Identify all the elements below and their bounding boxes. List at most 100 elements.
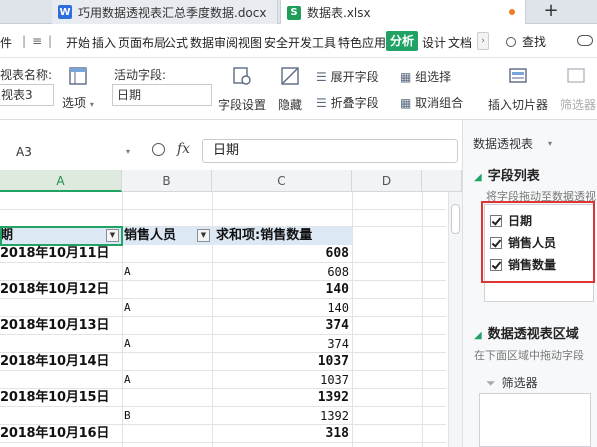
menu-review[interactable]: 审阅 [214,34,238,51]
pane-title[interactable]: 数据透视表 [473,135,533,152]
date-cell[interactable]: 2018年10月16日 [0,425,122,443]
quantity-cell[interactable]: 374 [212,317,349,335]
date-cell[interactable]: 2018年10月15日 [0,389,122,407]
new-tab-button[interactable]: + [540,0,562,24]
pivot-header-person[interactable]: 销售人员 [124,227,176,245]
column-header-a[interactable]: A [0,170,122,192]
date-cell[interactable]: 2018年10月14日 [0,353,122,371]
salesperson-cell[interactable]: A [124,299,212,317]
ungroup-label: 取消组合 [415,96,464,110]
filter-connections-button[interactable]: 筛选器 [560,96,596,113]
function-icon[interactable]: fx [177,141,190,157]
insert-slicer-icon [509,68,527,83]
menu-divider-icon: | [48,34,53,48]
salesperson-cell[interactable]: A [124,263,212,281]
menu-document[interactable]: 文档 [448,34,472,51]
name-box-dropdown-icon[interactable]: ▾ [126,147,130,156]
salesperson-cell[interactable]: A [124,371,212,389]
quantity-cell[interactable]: 1392 [212,389,349,407]
ungroup-button[interactable]: ▦ 取消组合 [400,94,463,111]
cloud-sync-icon[interactable] [577,35,593,46]
date-cell[interactable]: 2018年10月13日 [0,317,122,335]
zoom-icon[interactable] [152,143,165,156]
spreadsheet-document-icon: S [287,5,301,20]
scrollbar-thumb[interactable] [451,204,460,234]
field-list-title: 字段列表 [487,169,540,184]
column-header-e[interactable] [422,170,462,192]
tab-docx-document[interactable]: W 巧用数据透视表汇总季度数据.docx [52,0,278,24]
menu-data[interactable]: 数据 [190,34,214,51]
group-selection-button[interactable]: ▦ 组选择 [400,68,451,85]
tab-xlsx-document[interactable]: S 数据表.xlsx [280,0,526,25]
menu-analyze-active[interactable]: 分析 [386,31,418,51]
filter-area-text: 筛选器 [501,376,538,390]
menu-design[interactable]: 设计 [422,34,446,51]
quantity-cell[interactable]: 318 [212,425,349,443]
grid-row [0,210,446,227]
pivot-options-button[interactable]: 选项 ▾ [62,94,94,111]
filter-drop-area[interactable] [479,393,591,447]
grid-row [0,192,446,210]
quantity-cell[interactable]: 374 [212,335,349,353]
quantity-cell[interactable]: 1037 [212,353,349,371]
menu-formulas[interactable]: 公式 [164,34,188,51]
menu-scroll-right-icon[interactable]: › [477,32,489,50]
formula-input[interactable]: 日期 [202,139,458,163]
column-header-b[interactable]: B [122,170,212,192]
field-list-header[interactable]: ◢ 字段列表 [474,165,540,184]
quantity-cell[interactable]: 140 [212,281,349,299]
name-box[interactable]: A3 [0,141,118,163]
salesperson-cell[interactable]: A [124,335,212,353]
date-cell[interactable]: 2018年10月11日 [0,245,122,263]
pivot-header-sum[interactable]: 求和项:销售数量 [216,227,312,245]
collapse-field-icon: ☰ [316,96,327,110]
column-header-row: A B C D [0,170,462,192]
menu-more-icon[interactable]: ≡ [32,34,42,48]
expand-field-label: 展开字段 [330,70,379,84]
menu-file[interactable]: 件 [0,34,12,51]
menu-special-features[interactable]: 特色应用 [338,34,386,51]
pivot-area-hint: 在下面区域中拖动字段 [474,349,584,362]
menu-security[interactable]: 安全 [264,34,288,51]
hide-button[interactable]: 隐藏 [278,96,302,113]
active-field-label: 活动字段: [114,68,167,82]
filter-connections-icon [567,68,585,83]
active-field-input[interactable]: 日期 [112,84,212,106]
find-label: 查找 [522,35,547,49]
quantity-cell[interactable]: 608 [212,245,349,263]
pivot-area-header[interactable]: ◢ 数据透视表区域 [474,323,579,342]
menu-view[interactable]: 视图 [238,34,262,51]
filter-area-label: ⏷ 筛选器 [486,374,538,391]
menu-developer[interactable]: 开发工具 [288,34,336,51]
pivot-name-input[interactable]: 视表3 [0,84,54,106]
analyze-ribbon: 视表名称: 视表3 选项 ▾ 活动字段: 日期 字段设置 隐藏 ☰ 展开字段 ☰… [0,58,597,120]
pivot-name-label: 视表名称: [0,68,53,82]
quantity-cell[interactable]: 608 [212,263,349,281]
collapse-field-button[interactable]: ☰ 折叠字段 [316,94,379,111]
salesperson-cell[interactable]: B [124,407,212,425]
quantity-cell[interactable]: 1037 [212,371,349,389]
person-filter-dropdown-icon[interactable]: ▼ [197,229,210,242]
column-header-c[interactable]: C [212,170,352,192]
expand-field-button[interactable]: ☰ 展开字段 [316,68,379,85]
spreadsheet-grid[interactable]: A B C D 期 ▼ 销售人员 ▼ 求和项:销售数量 2018年10月11日 6… [0,170,462,447]
quantity-cell[interactable]: 140 [212,299,349,317]
date-cell[interactable]: 2018年10月12日 [0,281,122,299]
field-settings-button[interactable]: 字段设置 [218,96,266,113]
vertical-scrollbar[interactable] [448,192,462,447]
menu-home[interactable]: 开始 [66,34,90,51]
quantity-cell[interactable]: 1392 [212,407,349,425]
pivot-options-label: 选项 [62,96,87,110]
document-tab-bar: W 巧用数据透视表汇总季度数据.docx S 数据表.xlsx + [0,0,597,25]
menu-bar: 件 | ≡ | 开始 插入 页面布局 公式 数据 审阅 视图 安全 开发工具 特… [0,24,597,58]
tab-docx-label: 巧用数据透视表汇总季度数据.docx [78,5,267,20]
insert-slicer-button[interactable]: 插入切片器 [488,96,548,113]
find-button[interactable]: 查找 [506,33,546,50]
pane-title-dropdown-icon[interactable]: ▾ [548,139,552,148]
menu-insert[interactable]: 插入 [92,34,116,51]
menu-page-layout[interactable]: 页面布局 [118,34,166,51]
expand-field-icon: ☰ [316,70,327,84]
ungroup-icon: ▦ [400,96,412,110]
column-header-d[interactable]: D [352,170,422,192]
selected-cell-outline [0,226,123,246]
